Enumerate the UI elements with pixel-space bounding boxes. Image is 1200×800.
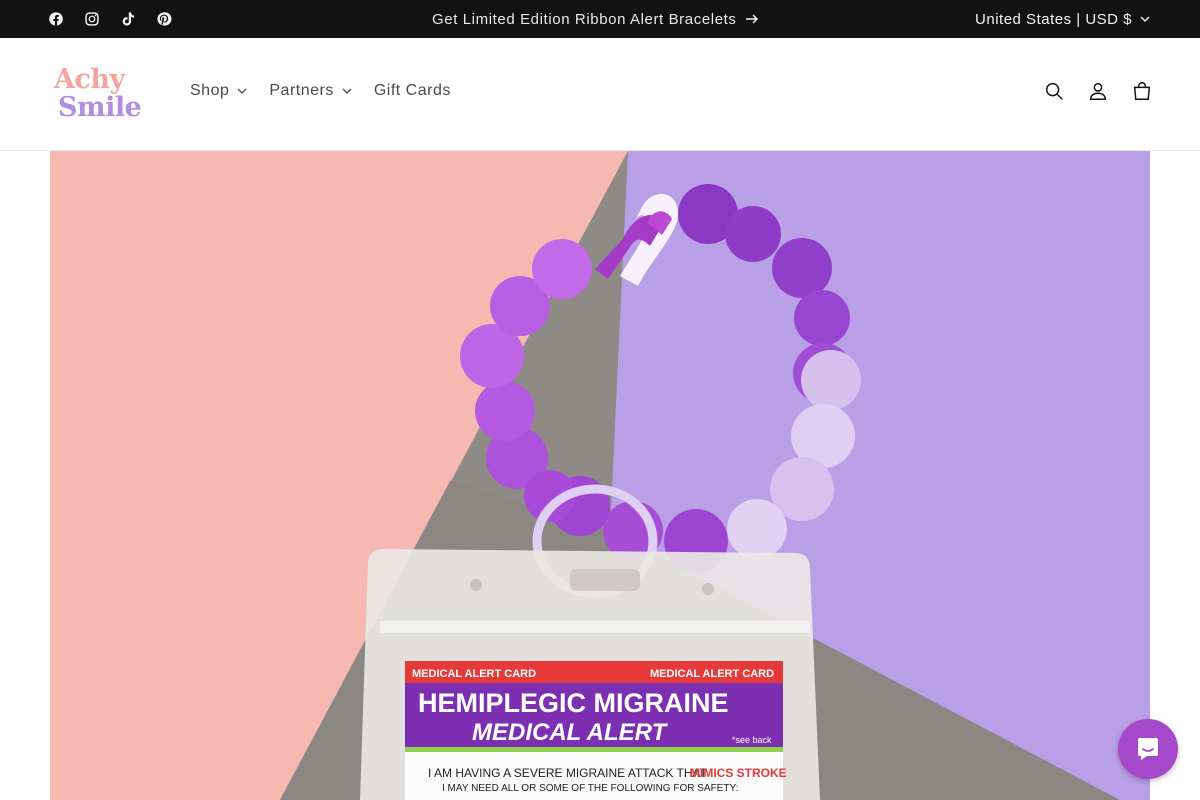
- chevron-down-icon: [342, 88, 352, 94]
- badge-holder: MEDICAL ALERT CARD MEDICAL ALERT CARD HE…: [360, 549, 820, 800]
- cart-icon: [1133, 82, 1151, 100]
- announcement-text: Get Limited Edition Ribbon Alert Bracele…: [432, 10, 737, 28]
- header-actions: [1042, 79, 1154, 103]
- chat-icon: [1138, 738, 1158, 760]
- nav-item-partners[interactable]: Partners: [269, 82, 352, 100]
- site-header: Achy Smile Shop Partners Gift Cards: [0, 38, 1200, 151]
- card-line2: I MAY NEED ALL OR SOME OF THE FOLLOWING …: [442, 783, 738, 794]
- account-button[interactable]: [1086, 79, 1110, 103]
- card-title: HEMIPLEGIC MIGRAINE: [418, 688, 729, 718]
- nav-item-label: Partners: [269, 82, 334, 99]
- account-icon: [1089, 82, 1107, 100]
- arrow-right-icon: [745, 14, 758, 24]
- announcement-bar: Get Limited Edition Ribbon Alert Bracele…: [0, 0, 1200, 38]
- hero-scene: MEDICAL ALERT CARD MEDICAL ALERT CARD HE…: [50, 151, 1150, 800]
- nav-item-shop[interactable]: Shop: [190, 82, 247, 100]
- search-button[interactable]: [1042, 79, 1066, 103]
- social-links: [46, 9, 174, 29]
- card-line1: I AM HAVING A SEVERE MIGRAINE ATTACK THA…: [428, 766, 708, 780]
- instagram-icon[interactable]: [82, 9, 102, 29]
- announcement-link[interactable]: Get Limited Edition Ribbon Alert Bracele…: [432, 0, 759, 38]
- facebook-icon[interactable]: [46, 9, 66, 29]
- nav-item-label: Gift Cards: [373, 82, 451, 99]
- locale-label: United States | USD $: [975, 10, 1132, 28]
- logo-text-line1: Achy: [54, 64, 125, 95]
- card-banner-text: MEDICAL ALERT CARD: [412, 668, 536, 680]
- logo-text-line2: Smile: [58, 92, 142, 123]
- nav-item-gift-cards[interactable]: Gift Cards: [374, 82, 451, 100]
- nav-item-label: Shop: [190, 82, 230, 99]
- search-icon: [1045, 82, 1063, 100]
- chevron-down-icon: [1140, 16, 1150, 22]
- card-banner-text-2: MEDICAL ALERT CARD: [650, 668, 774, 680]
- hero-image[interactable]: MEDICAL ALERT CARD MEDICAL ALERT CARD HE…: [50, 151, 1150, 800]
- card-note: *see back: [732, 735, 772, 745]
- chevron-down-icon: [237, 88, 247, 94]
- locale-selector[interactable]: United States | USD $: [975, 0, 1150, 38]
- chat-button[interactable]: [1118, 719, 1178, 779]
- pinterest-icon[interactable]: [154, 9, 174, 29]
- card-subtitle: MEDICAL ALERT: [472, 719, 669, 746]
- logo[interactable]: Achy Smile: [50, 66, 152, 124]
- card-line1-highlight: MIMICS STROKE: [690, 766, 787, 780]
- main-nav: Shop Partners Gift Cards: [190, 82, 473, 100]
- cart-button[interactable]: [1130, 79, 1154, 103]
- tiktok-icon[interactable]: [118, 9, 138, 29]
